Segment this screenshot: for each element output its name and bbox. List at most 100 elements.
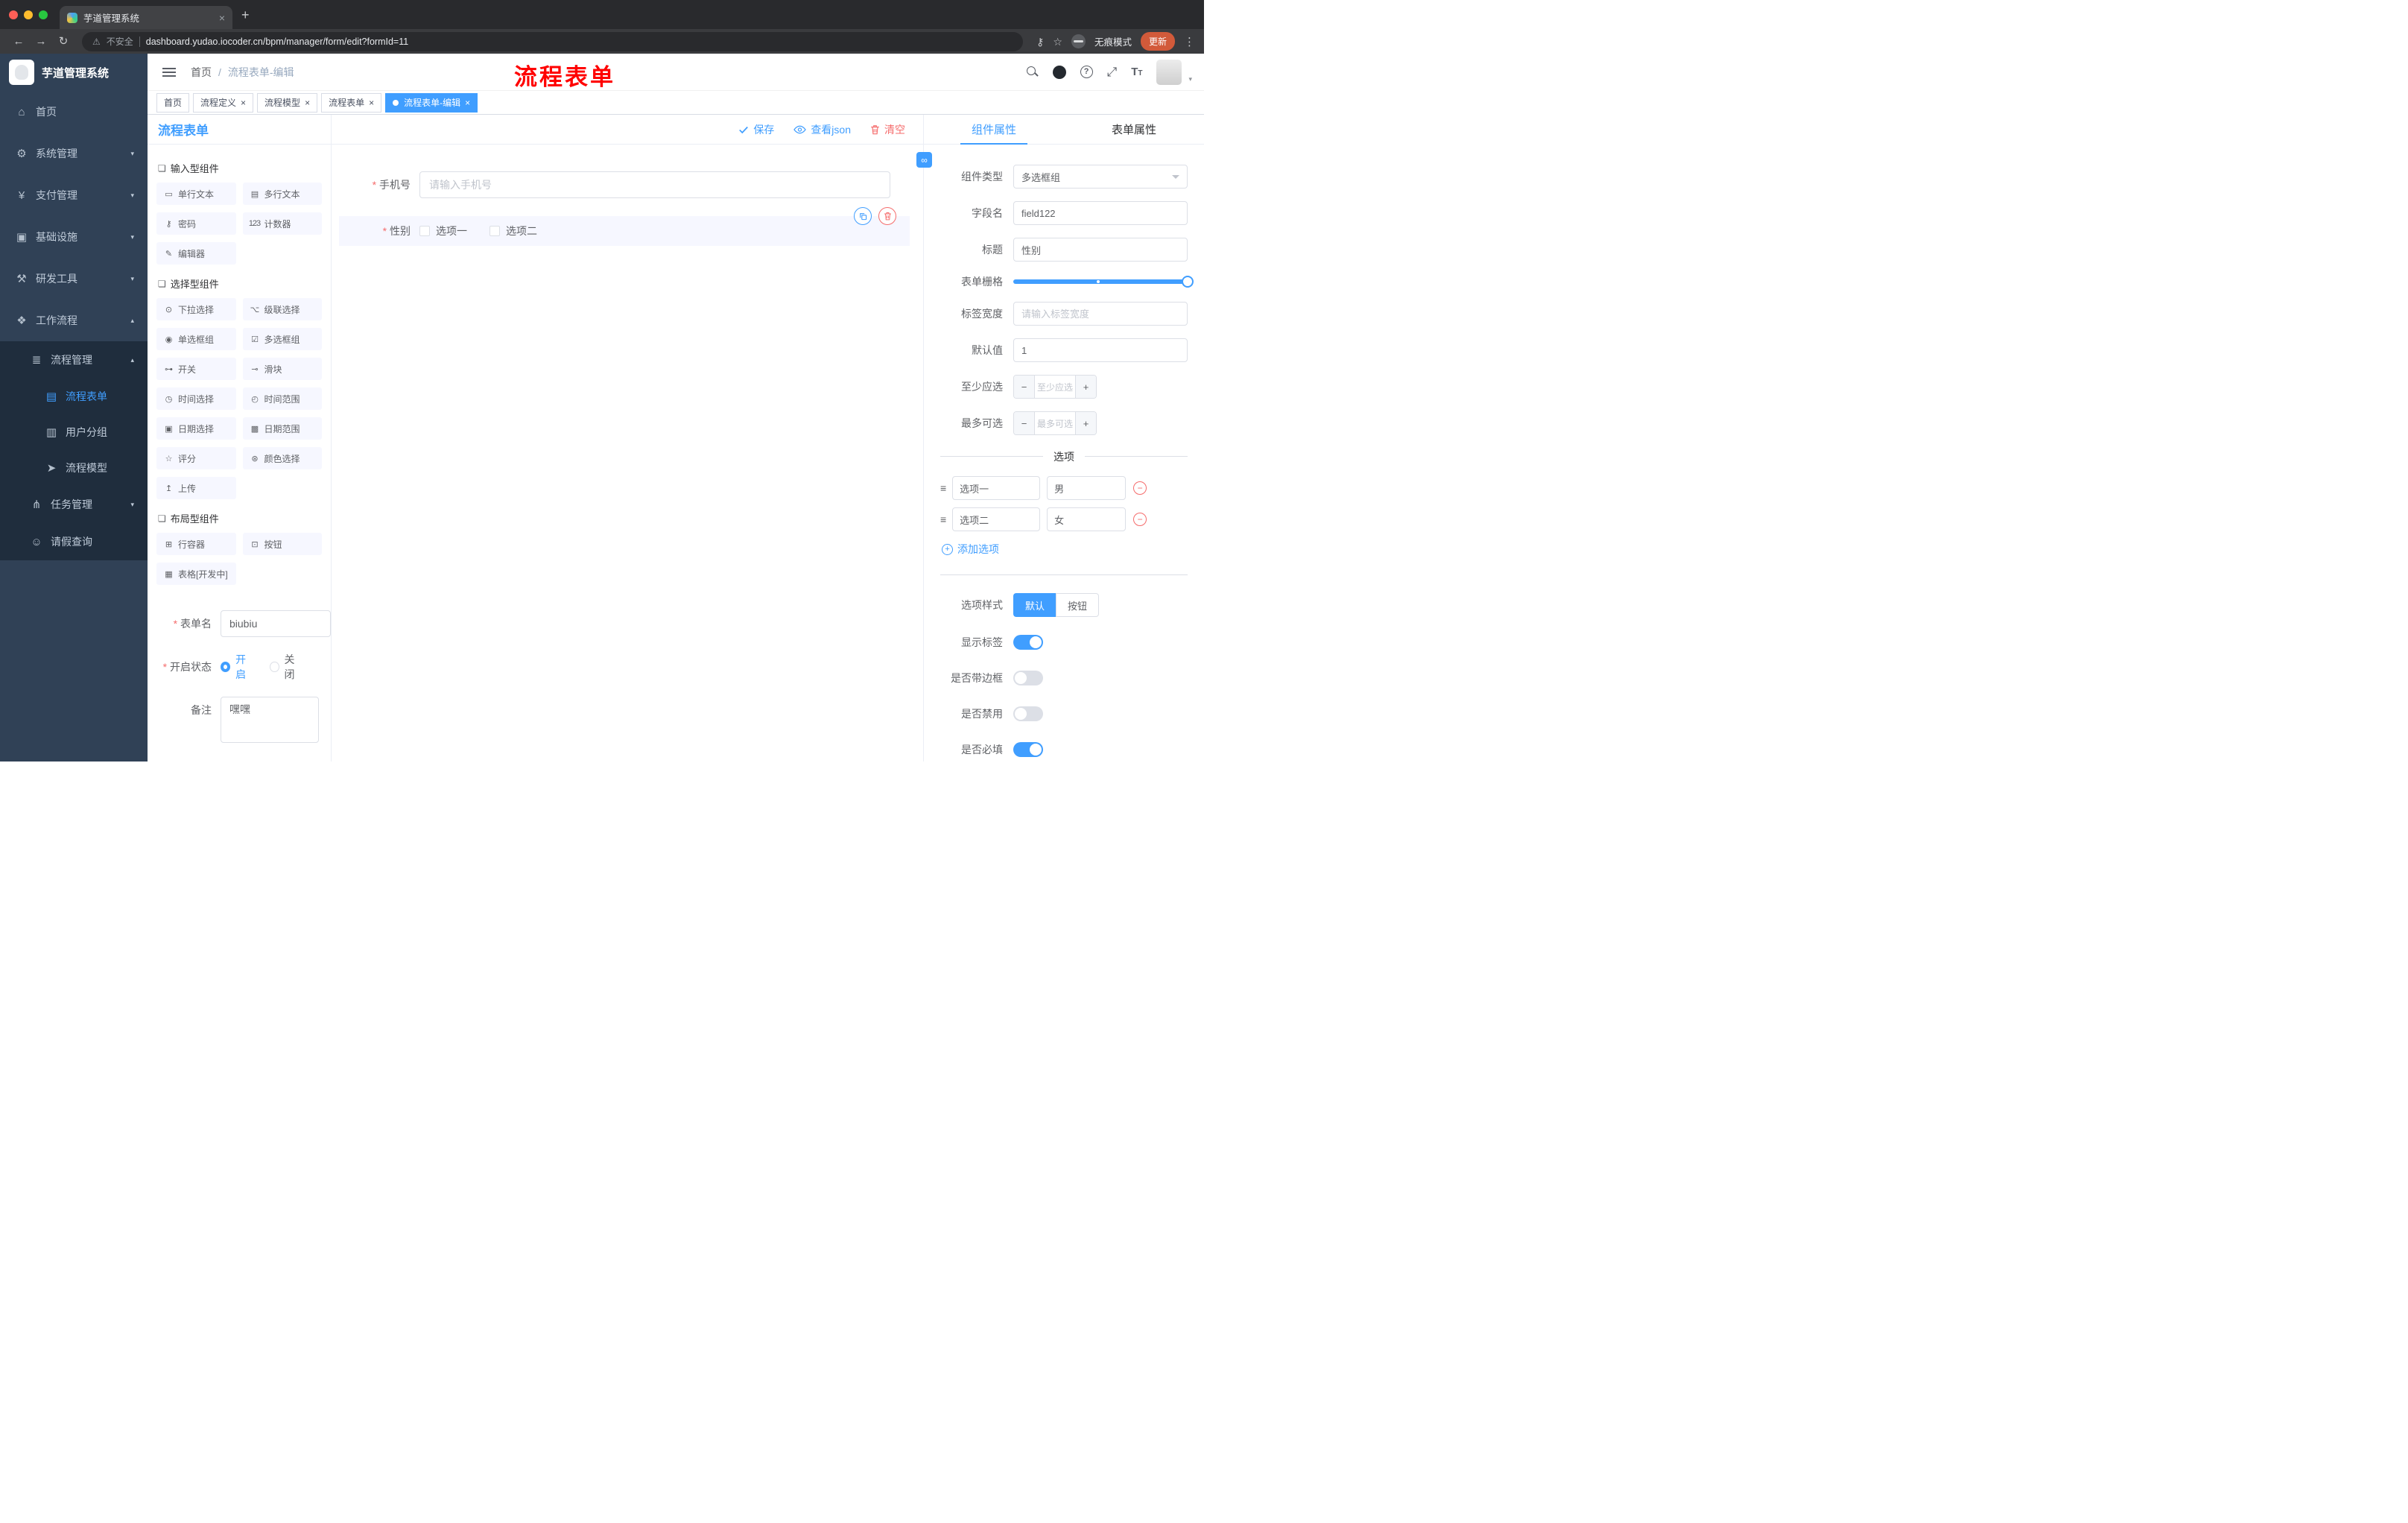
font-size-icon[interactable]: TT bbox=[1131, 66, 1142, 77]
sidebar-item-home[interactable]: ⌂ 首页 bbox=[0, 91, 148, 133]
component-type-select[interactable]: 多选框组 bbox=[1013, 165, 1188, 189]
palette-item-date-range[interactable]: ▩ 日期范围 bbox=[242, 417, 322, 440]
bookmark-star-icon[interactable]: ☆ bbox=[1053, 37, 1062, 47]
palette-item-slider[interactable]: ⊸ 滑块 bbox=[242, 358, 322, 380]
github-icon[interactable] bbox=[1052, 65, 1066, 79]
forward-icon[interactable]: → bbox=[31, 36, 51, 47]
phone-input[interactable] bbox=[419, 171, 890, 198]
field-name-input[interactable] bbox=[1013, 201, 1188, 225]
palette-item-editor[interactable]: ✎ 编辑器 bbox=[156, 242, 236, 265]
palette-item-color-picker[interactable]: ⊛ 颜色选择 bbox=[242, 447, 322, 469]
palette-item-counter[interactable]: 123 计数器 bbox=[242, 212, 322, 235]
style-default-button[interactable]: 默认 bbox=[1013, 593, 1056, 617]
tab-form-props[interactable]: 表单属性 bbox=[1064, 115, 1204, 144]
close-window-button[interactable] bbox=[9, 10, 18, 19]
palette-item-password[interactable]: ⚷ 密码 bbox=[156, 212, 236, 235]
palette-item-select[interactable]: ⊙ 下拉选择 bbox=[156, 298, 236, 320]
default-value-input[interactable] bbox=[1013, 338, 1188, 362]
address-bar[interactable]: ⚠ 不安全 dashboard.yudao.iocoder.cn/bpm/man… bbox=[82, 31, 1024, 51]
view-json-button[interactable]: 查看json bbox=[793, 122, 851, 137]
password-key-icon[interactable]: ⚷ bbox=[1036, 37, 1044, 47]
search-icon[interactable] bbox=[1026, 66, 1039, 78]
delete-field-button[interactable] bbox=[878, 207, 896, 225]
sidebar-item-devtools[interactable]: ⚒ 研发工具 ▾ bbox=[0, 258, 148, 300]
palette-item-switch[interactable]: ⊶ 开关 bbox=[156, 358, 236, 380]
browser-tab[interactable]: 芋道管理系统 × bbox=[60, 6, 232, 29]
close-icon[interactable]: × bbox=[369, 98, 374, 107]
remove-option-button[interactable]: − bbox=[1133, 481, 1147, 495]
increment-button[interactable]: + bbox=[1075, 376, 1096, 398]
sidebar-item-process-form[interactable]: ▤ 流程表单 bbox=[0, 379, 148, 414]
sidebar-item-user-group[interactable]: ▥ 用户分组 bbox=[0, 414, 148, 450]
required-switch[interactable] bbox=[1013, 742, 1043, 757]
new-tab-button[interactable]: + bbox=[241, 8, 250, 22]
reload-icon[interactable]: ↻ bbox=[54, 36, 73, 47]
clear-button[interactable]: 清空 bbox=[870, 122, 905, 137]
tag-process-form[interactable]: 流程表单 × bbox=[321, 92, 382, 113]
palette-item-time-range[interactable]: ◴ 时间范围 bbox=[242, 387, 322, 410]
palette-item-date-picker[interactable]: ▣ 日期选择 bbox=[156, 417, 236, 440]
option-1-value-input[interactable] bbox=[1047, 476, 1127, 500]
fullscreen-icon[interactable]: ⤢ bbox=[1107, 66, 1118, 78]
copy-field-button[interactable] bbox=[854, 207, 872, 225]
sidebar-item-leave-query[interactable]: ☺ 请假查询 bbox=[0, 523, 148, 560]
palette-item-button[interactable]: ⊡ 按钮 bbox=[242, 533, 322, 555]
drag-handle-icon[interactable]: ≡ bbox=[940, 513, 946, 525]
form-remark-textarea[interactable]: 嘿嘿 bbox=[221, 697, 319, 743]
gender-option-1-checkbox[interactable]: 选项一 bbox=[419, 224, 467, 238]
breadcrumb-home[interactable]: 首页 bbox=[191, 65, 212, 80]
sidebar-item-workflow[interactable]: ❖ 工作流程 ▴ bbox=[0, 300, 148, 341]
max-select-value[interactable]: 最多可选 bbox=[1035, 412, 1075, 434]
gender-option-2-checkbox[interactable]: 选项二 bbox=[489, 224, 537, 238]
close-icon[interactable]: × bbox=[465, 98, 470, 107]
help-icon[interactable]: ? bbox=[1080, 66, 1093, 78]
palette-item-time-picker[interactable]: ◷ 时间选择 bbox=[156, 387, 236, 410]
form-name-input[interactable] bbox=[221, 610, 331, 637]
option-2-label-input[interactable] bbox=[952, 507, 1041, 531]
grid-slider[interactable] bbox=[1013, 276, 1194, 288]
palette-item-rate[interactable]: ☆ 评分 bbox=[156, 447, 236, 469]
tag-home[interactable]: 首页 bbox=[156, 92, 190, 113]
palette-item-upload[interactable]: ↥ 上传 bbox=[156, 477, 236, 499]
palette-item-cascader[interactable]: ⌥ 级联选择 bbox=[242, 298, 322, 320]
increment-button[interactable]: + bbox=[1075, 412, 1096, 434]
canvas-field-phone[interactable]: 手机号 bbox=[339, 164, 910, 206]
status-off-radio[interactable]: 关闭 bbox=[270, 652, 302, 682]
sidebar-item-system[interactable]: ⚙ 系统管理 ▾ bbox=[0, 133, 148, 174]
option-1-label-input[interactable] bbox=[952, 476, 1041, 500]
sidebar-item-process-model[interactable]: ➤ 流程模型 bbox=[0, 450, 148, 486]
decrement-button[interactable]: − bbox=[1014, 376, 1035, 398]
slider-handle[interactable] bbox=[1182, 276, 1194, 288]
sidebar-logo[interactable]: 芋道管理系统 bbox=[0, 54, 148, 91]
status-on-radio[interactable]: 开启 bbox=[221, 652, 253, 682]
sidebar-item-infrastructure[interactable]: ▣ 基础设施 ▾ bbox=[0, 216, 148, 258]
drag-handle-icon[interactable]: ≡ bbox=[940, 482, 946, 494]
style-button-button[interactable]: 按钮 bbox=[1056, 593, 1100, 617]
close-icon[interactable]: × bbox=[241, 98, 246, 107]
tag-process-model[interactable]: 流程模型 × bbox=[257, 92, 318, 113]
close-icon[interactable]: × bbox=[305, 98, 310, 107]
border-switch[interactable] bbox=[1013, 671, 1043, 685]
canvas-field-gender[interactable]: 性别 选项一 选项二 bbox=[339, 207, 910, 246]
show-label-switch[interactable] bbox=[1013, 635, 1043, 650]
disabled-switch[interactable] bbox=[1013, 706, 1043, 721]
back-icon[interactable]: ← bbox=[9, 36, 28, 47]
browser-menu-icon[interactable]: ⋮ bbox=[1184, 35, 1195, 48]
palette-item-table[interactable]: ▦ 表格[开发中] bbox=[156, 563, 236, 585]
tag-process-definition[interactable]: 流程定义 × bbox=[193, 92, 254, 113]
remove-option-button[interactable]: − bbox=[1133, 513, 1147, 526]
save-button[interactable]: 保存 bbox=[738, 122, 774, 137]
label-width-input[interactable] bbox=[1013, 302, 1188, 326]
tag-process-form-edit[interactable]: 流程表单-编辑 × bbox=[385, 92, 478, 113]
security-warning-icon[interactable]: ⚠ bbox=[92, 37, 101, 47]
sidebar-collapse-icon[interactable] bbox=[162, 71, 176, 73]
link-icon[interactable]: ∞ bbox=[916, 152, 932, 168]
sidebar-item-payment[interactable]: ¥ 支付管理 ▾ bbox=[0, 174, 148, 216]
maximize-window-button[interactable] bbox=[39, 10, 48, 19]
decrement-button[interactable]: − bbox=[1014, 412, 1035, 434]
palette-item-checkbox-group[interactable]: ☑ 多选框组 bbox=[242, 328, 322, 350]
palette-item-textarea[interactable]: ▤ 多行文本 bbox=[242, 183, 322, 205]
tab-component-props[interactable]: 组件属性 bbox=[924, 115, 1064, 145]
add-option-button[interactable]: + 添加选项 bbox=[942, 542, 1188, 557]
minimize-window-button[interactable] bbox=[24, 10, 33, 19]
